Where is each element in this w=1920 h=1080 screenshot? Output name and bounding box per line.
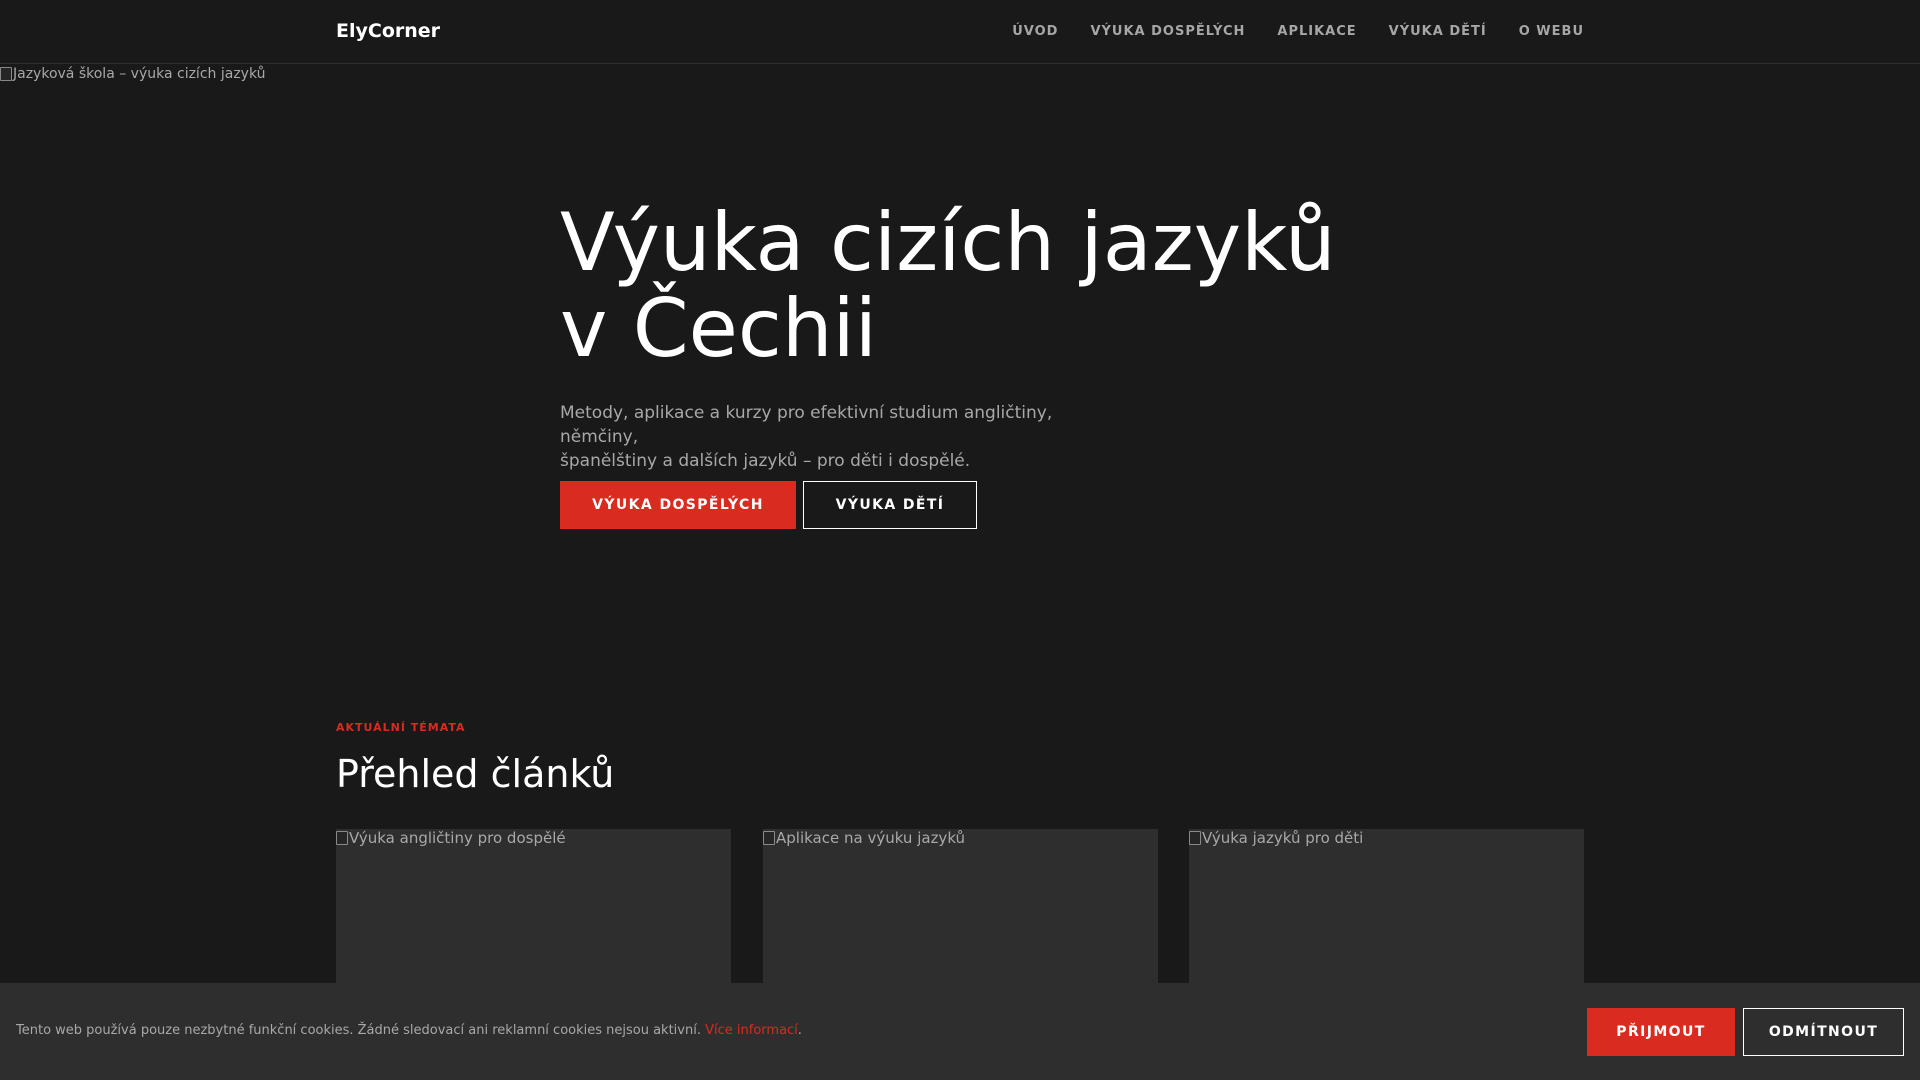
main-nav: ÚVOD VÝUKA DOSPĚLÝCH APLIKACE VÝUKA DĚTÍ…	[1012, 24, 1584, 39]
article-card-image-alt: Výuka angličtiny pro dospělé	[349, 829, 566, 847]
cookie-accept-button[interactable]: PŘIJMOUT	[1587, 1008, 1735, 1056]
cta-vyuka-dospelych-button[interactable]: VÝUKA DOSPĚLÝCH	[560, 481, 796, 529]
brand-logo-link[interactable]: ElyCorner	[336, 20, 440, 42]
article-card-image: Výuka jazyků pro děti	[1189, 829, 1363, 847]
hero-subtitle-line-1: Metody, aplikace a kurzy pro efektivní s…	[560, 403, 1053, 447]
nav-item-vyuka-dospelych[interactable]: VÝUKA DOSPĚLÝCH	[1090, 24, 1245, 39]
broken-image-icon	[336, 831, 348, 845]
hero-title-line-2: v Čechii	[560, 282, 877, 375]
article-card-aplikace[interactable]: Aplikace na výuku jazyků	[763, 829, 1158, 989]
article-card-image-alt: Aplikace na výuku jazyků	[776, 829, 966, 847]
cookie-more-info-link[interactable]: Více informací	[705, 1023, 798, 1038]
nav-item-aplikace[interactable]: APLIKACE	[1277, 24, 1356, 39]
broken-image-icon	[0, 67, 12, 81]
section-title: Přehled článků	[336, 752, 615, 796]
hero-subtitle: Metody, aplikace a kurzy pro efektivní s…	[560, 401, 1120, 473]
cta-vyuka-deti-button[interactable]: VÝUKA DĚTÍ	[803, 481, 977, 529]
hero-title: Výuka cizích jazyků v Čechii	[560, 200, 1460, 372]
cookie-banner: Tento web používá pouze nezbytné funkční…	[0, 983, 1920, 1080]
article-card-anglictina[interactable]: Výuka angličtiny pro dospělé	[336, 829, 731, 989]
article-card-deti[interactable]: Výuka jazyků pro děti	[1189, 829, 1584, 989]
nav-item-o-webu[interactable]: O WEBU	[1519, 24, 1584, 39]
cookie-decline-button[interactable]: ODMÍTNOUT	[1743, 1008, 1904, 1056]
cookie-message: Tento web používá pouze nezbytné funkční…	[16, 1023, 701, 1038]
hero-subtitle-line-2: španělštiny a dalších jazyků – pro děti …	[560, 451, 971, 471]
hero-image: Jazyková škola – výuka cizích jazyků	[0, 66, 266, 82]
broken-image-icon	[763, 831, 775, 845]
site-header: ElyCorner ÚVOD VÝUKA DOSPĚLÝCH APLIKACE …	[0, 0, 1920, 64]
article-card-image: Aplikace na výuku jazyků	[763, 829, 965, 847]
cookie-link-suffix: .	[797, 1023, 802, 1038]
nav-item-vyuka-deti[interactable]: VÝUKA DĚTÍ	[1389, 24, 1487, 39]
section-eyebrow: AKTUÁLNÍ TÉMATA	[336, 721, 466, 734]
hero-image-alt-text: Jazyková škola – výuka cizích jazyků	[13, 66, 266, 82]
broken-image-icon	[1189, 831, 1201, 845]
cookie-text: Tento web používá pouze nezbytné funkční…	[16, 1023, 802, 1038]
article-card-image-alt: Výuka jazyků pro děti	[1202, 829, 1364, 847]
article-card-image: Výuka angličtiny pro dospělé	[336, 829, 566, 847]
hero-title-line-1: Výuka cizích jazyků	[560, 196, 1336, 289]
nav-item-uvod[interactable]: ÚVOD	[1012, 24, 1058, 39]
